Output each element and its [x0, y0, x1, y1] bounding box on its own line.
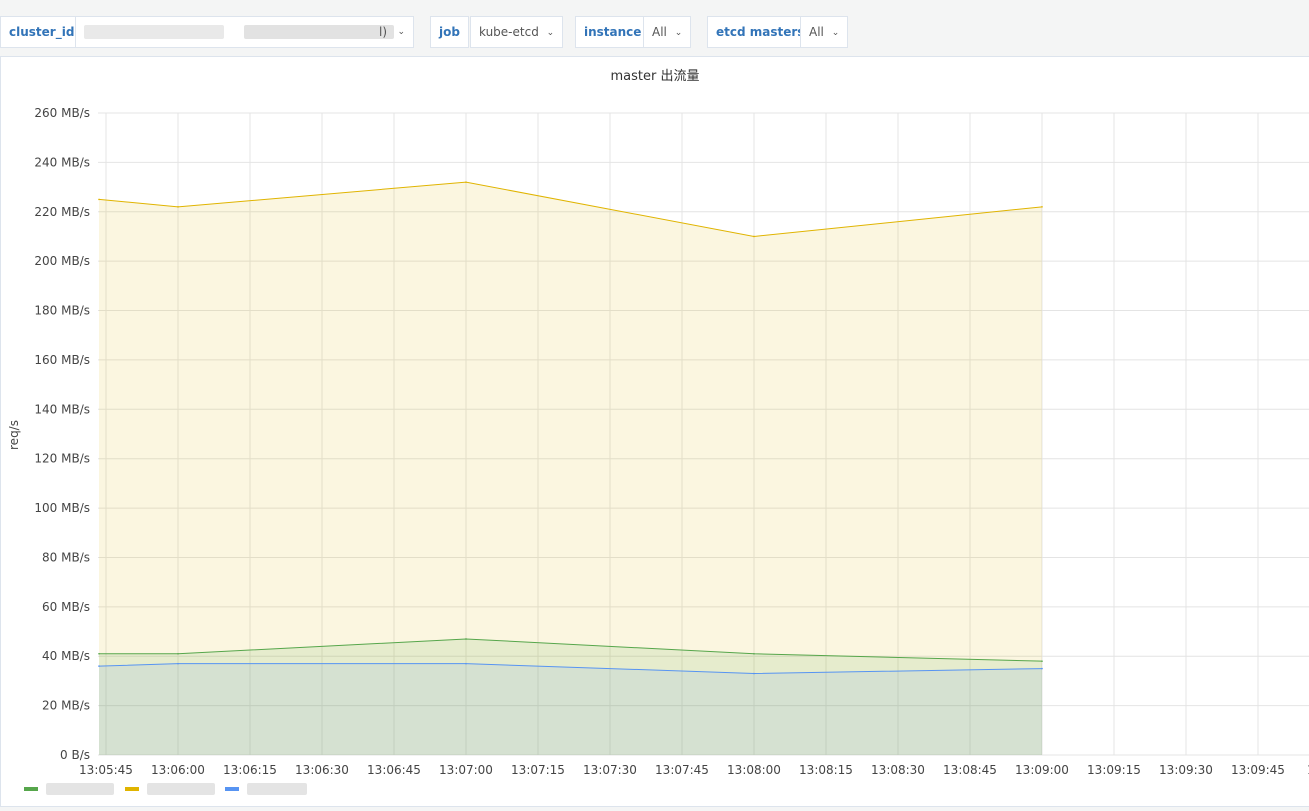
x-tick-label: 13:06:15: [223, 763, 277, 777]
data-point: [753, 652, 755, 655]
legend-swatch: [24, 787, 38, 791]
x-tick-label: 13:09:00: [1015, 763, 1069, 777]
y-tick-label: 100 MB/s: [34, 501, 90, 515]
legend-swatch: [225, 787, 239, 791]
x-tick-label: 13:09:15: [1087, 763, 1141, 777]
x-tick-label: 13:06:30: [295, 763, 349, 777]
x-tick-label: 13:08:45: [943, 763, 997, 777]
data-point: [1041, 667, 1043, 670]
x-tick-label: 13:08:00: [727, 763, 781, 777]
x-axis-ticks: 13:05:45 13:06:00 13:06:15 13:06:30 13:06:45…: [79, 763, 1309, 777]
x-tick-label: 13:09:45: [1231, 763, 1285, 777]
data-point: [98, 652, 100, 655]
x-tick-label: 13:08:30: [871, 763, 925, 777]
data-point: [465, 638, 467, 640]
redacted-series-name: [46, 783, 114, 795]
series-area: [99, 663, 1042, 755]
legend-swatch: [125, 787, 139, 791]
y-tick-label: 120 MB/s: [34, 452, 90, 466]
y-tick-label: 260 MB/s: [34, 106, 90, 120]
x-tick-label: 13:07:45: [655, 763, 709, 777]
x-tick-label: 13:07:15: [511, 763, 565, 777]
y-tick-label: 0 B/s: [60, 748, 90, 762]
data-point: [465, 662, 467, 665]
y-tick-label: 80 MB/s: [42, 550, 90, 564]
redacted-series-name: [147, 783, 215, 795]
y-tick-label: 140 MB/s: [34, 402, 90, 416]
y-tick-label: 160 MB/s: [34, 353, 90, 367]
x-tick-label: 13:06:00: [151, 763, 205, 777]
y-axis-ticks: 0 B/s 20 MB/s 40 MB/s 60 MB/s 80 MB/s 100 MB/…: [34, 106, 90, 762]
data-point: [98, 665, 100, 667]
data-point: [753, 235, 755, 238]
x-tick-label: 13:07:30: [583, 763, 637, 777]
x-tick-label: 13:07:00: [439, 763, 493, 777]
data-point: [465, 181, 467, 183]
data-point: [177, 206, 179, 208]
y-axis-label: req/s: [7, 420, 21, 450]
x-tick-label: 13:06:45: [367, 763, 421, 777]
chart-areas: [99, 182, 1042, 756]
y-tick-label: 40 MB/s: [42, 649, 90, 663]
y-tick-label: 60 MB/s: [42, 600, 90, 614]
data-point: [177, 662, 179, 665]
chart-svg: 0 B/s 20 MB/s 40 MB/s 60 MB/s 80 MB/s 100 MB/…: [7, 106, 1309, 777]
x-tick-label: 13:09:30: [1159, 763, 1213, 777]
y-tick-label: 20 MB/s: [42, 699, 90, 713]
redacted-series-name: [247, 783, 307, 795]
data-point: [1041, 206, 1043, 208]
x-tick-label: 13:08:15: [799, 763, 853, 777]
y-tick-label: 220 MB/s: [34, 205, 90, 219]
data-point: [177, 652, 179, 655]
y-tick-label: 180 MB/s: [34, 304, 90, 318]
data-point: [1041, 660, 1043, 662]
data-point: [98, 198, 100, 201]
data-point: [753, 672, 755, 675]
x-tick-label: 13:05:45: [79, 763, 133, 777]
y-tick-label: 200 MB/s: [34, 254, 90, 268]
y-tick-label: 240 MB/s: [34, 155, 90, 169]
